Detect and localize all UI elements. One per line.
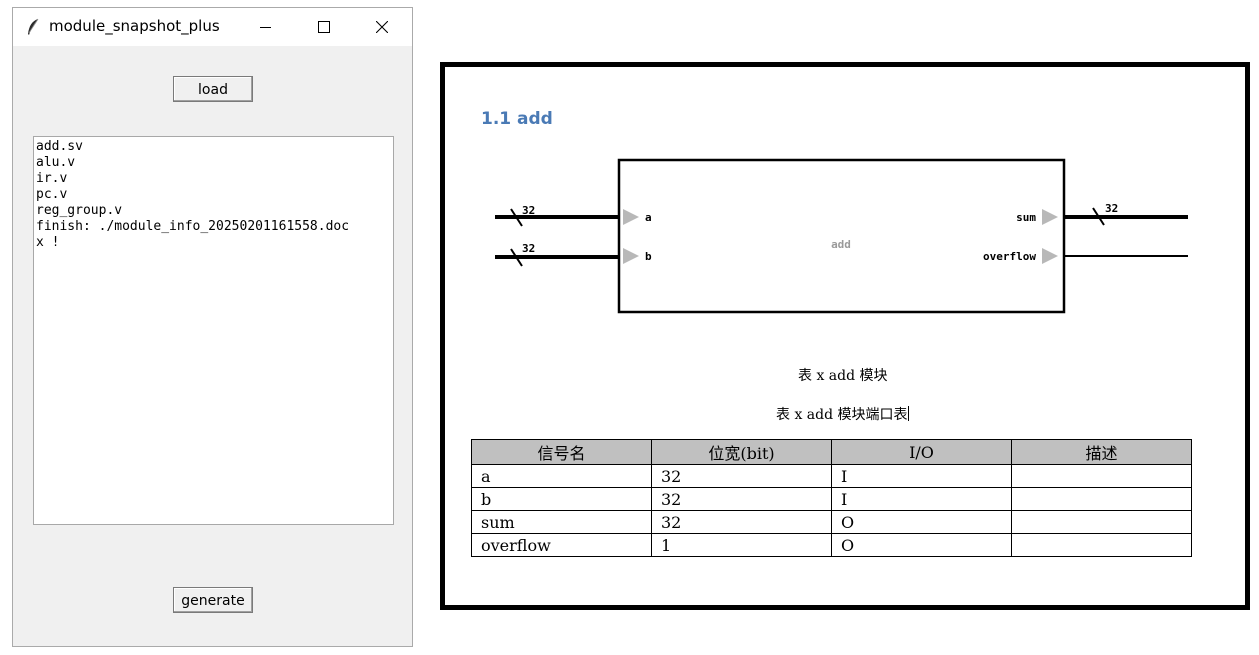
table-cell: b (471, 487, 652, 511)
log-line: ir.v (36, 171, 68, 186)
log-line: finish: ./module_info_20250201161558.doc (36, 219, 350, 234)
column-header: I/O (831, 439, 1012, 465)
log-line: add.sv (36, 139, 83, 154)
maximize-button[interactable] (301, 8, 347, 46)
port-name-b: b (645, 250, 652, 263)
minimize-icon (260, 27, 271, 28)
column-header: 信号名 (471, 439, 652, 465)
feather-icon (28, 18, 39, 35)
table-cell: O (831, 533, 1012, 557)
table-cell: O (831, 510, 1012, 534)
app-window: module_snapshot_plus load add.sv alu.v i… (12, 7, 413, 647)
log-line: reg_group.v (36, 203, 123, 218)
title-bar[interactable]: module_snapshot_plus (13, 8, 412, 46)
log-textbox[interactable]: add.sv alu.v ir.v pc.v reg_group.v finis… (33, 136, 394, 525)
table-cell: I (831, 464, 1012, 488)
port-name-a: a (645, 211, 652, 224)
table-cell: I (831, 487, 1012, 511)
table-cell (1011, 510, 1192, 534)
table-cell: overflow (471, 533, 652, 557)
table-row: b 32 I (471, 487, 1192, 511)
table-cell (1011, 464, 1192, 488)
close-button[interactable] (359, 8, 405, 46)
module-block-diagram: add 32 a 32 b sum 32 overflow (495, 158, 1188, 314)
snapshot-preview: 1.1 add add 32 a 32 b sum 32 overflow 表 … (440, 62, 1250, 610)
column-header: 描述 (1011, 439, 1192, 465)
table-cell (1011, 533, 1192, 557)
log-line: pc.v (36, 187, 68, 202)
table-cell: 32 (651, 464, 832, 488)
table-row: overflow 1 O (471, 533, 1192, 557)
module-caption: 表 x add 模块 (798, 368, 888, 384)
load-button[interactable]: load (173, 76, 253, 102)
log-line: x ! (36, 235, 60, 250)
port-table: 信号名 位宽(bit) I/O 描述 a 32 I b 32 I sum 32 … (471, 439, 1192, 557)
module-label: add (831, 238, 851, 251)
port-name-sum: sum (1016, 211, 1036, 224)
generate-button[interactable]: generate (173, 587, 253, 613)
port-table-caption: 表 x add 模块端口表 (776, 406, 909, 423)
table-cell: 32 (651, 487, 832, 511)
maximize-icon (318, 21, 330, 33)
port-width-sum: 32 (1105, 202, 1118, 215)
table-cell: 32 (651, 510, 832, 534)
table-cell: 1 (651, 533, 832, 557)
text-cursor (907, 406, 909, 421)
close-icon (376, 21, 388, 33)
log-line: alu.v (36, 155, 76, 170)
table-row: sum 32 O (471, 510, 1192, 534)
table-cell (1011, 487, 1192, 511)
window-title: module_snapshot_plus (49, 17, 220, 35)
table-row: a 32 I (471, 464, 1192, 488)
table-header-row: 信号名 位宽(bit) I/O 描述 (471, 439, 1192, 465)
port-name-overflow: overflow (983, 250, 1036, 263)
minimize-button[interactable] (243, 8, 289, 46)
port-width-b: 32 (522, 242, 535, 255)
port-width-a: 32 (522, 204, 535, 217)
table-cell: sum (471, 510, 652, 534)
module-box (617, 158, 1066, 314)
column-header: 位宽(bit) (651, 439, 832, 465)
table-cell: a (471, 464, 652, 488)
